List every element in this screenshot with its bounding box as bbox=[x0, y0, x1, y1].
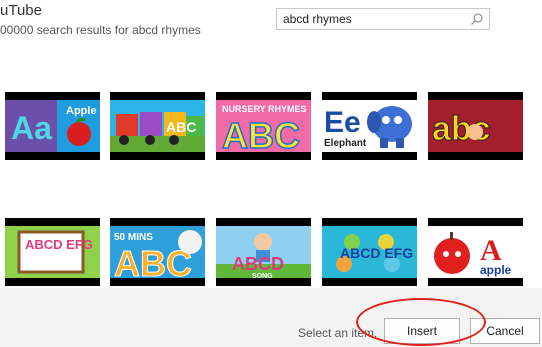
search-query: abcd rhymes bbox=[283, 12, 352, 26]
thumb-caption: Elephant bbox=[324, 138, 367, 149]
video-thumbnail[interactable]: ABCD EFG bbox=[5, 218, 100, 286]
search-icon[interactable] bbox=[470, 12, 484, 26]
insert-button[interactable]: Insert bbox=[384, 318, 460, 344]
video-thumbnail[interactable]: abc bbox=[428, 92, 523, 160]
thumb-letters: Ee bbox=[324, 106, 361, 139]
video-thumbnail[interactable]: ABC bbox=[110, 92, 205, 160]
thumb-letters: ABC bbox=[166, 119, 196, 135]
video-thumbnail[interactable]: NURSERY RHYMES ABC bbox=[216, 92, 311, 160]
video-thumbnail[interactable]: Aa Apple bbox=[5, 92, 100, 160]
video-thumbnail[interactable]: 50 MINS ABC bbox=[110, 218, 205, 286]
thumb-caption: NURSERY RHYMES bbox=[222, 104, 307, 114]
app-title: uTube bbox=[0, 2, 42, 19]
video-thumbnail[interactable]: ABCD EFG bbox=[322, 218, 417, 286]
video-thumbnail[interactable]: ABCD SONG bbox=[216, 218, 311, 286]
search-input[interactable]: abcd rhymes bbox=[276, 8, 490, 30]
thumb-letters: ABCD EFG bbox=[25, 237, 93, 252]
thumb-caption: SONG bbox=[252, 273, 273, 280]
thumb-caption: apple bbox=[480, 263, 512, 277]
thumb-letters: ABCD EFG bbox=[340, 245, 413, 261]
thumb-caption: Apple bbox=[66, 105, 97, 117]
cancel-button[interactable]: Cancel bbox=[470, 318, 540, 344]
thumb-letters: ABC bbox=[114, 243, 192, 284]
result-count: 00000 search results for abcd rhymes bbox=[0, 23, 201, 37]
thumb-letters: Aa bbox=[11, 110, 52, 146]
selection-status: Select an item. bbox=[298, 326, 378, 340]
thumb-letters: ABCD bbox=[232, 254, 284, 274]
thumb-caption: 50 MINS bbox=[114, 232, 153, 243]
dialog-footer bbox=[0, 288, 542, 347]
thumb-letters: ABC bbox=[222, 115, 300, 156]
video-thumbnail[interactable]: Ee Elephant bbox=[322, 92, 417, 160]
video-thumbnail[interactable]: A apple bbox=[428, 218, 523, 286]
